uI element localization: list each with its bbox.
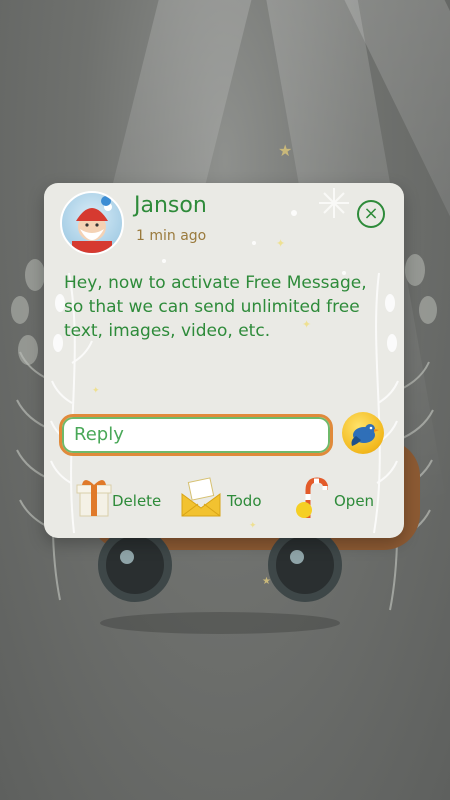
message-popup: ✦ ✦ ✦ ✦ Janson 1 min ago × Hey, now to a… <box>44 183 404 538</box>
car-shadow <box>100 612 340 634</box>
delete-action[interactable]: Delete <box>74 476 166 520</box>
close-icon[interactable]: × <box>357 200 385 228</box>
svg-text:✦: ✦ <box>276 237 285 250</box>
sender-name: Janson <box>134 193 207 218</box>
todo-action[interactable]: Todo <box>180 476 270 520</box>
sender-avatar[interactable] <box>60 191 124 255</box>
santa-avatar-icon <box>72 196 112 253</box>
candy-cane-icon <box>296 477 329 518</box>
car-wheel <box>268 528 342 602</box>
car-wheel <box>98 528 172 602</box>
svg-text:✦: ✦ <box>92 386 100 396</box>
open-label: Open <box>334 492 375 510</box>
bird-icon <box>351 424 379 446</box>
star-icon: ★ <box>278 141 293 160</box>
message-body: Hey, now to activate Free Message, so th… <box>64 273 367 341</box>
message-time: 1 min ago <box>136 228 207 244</box>
svg-text:✦: ✦ <box>249 521 257 531</box>
todo-label: Todo <box>227 492 262 510</box>
reply-input[interactable]: Reply <box>59 414 333 456</box>
envelope-icon <box>181 477 221 517</box>
send-button[interactable] <box>342 412 384 454</box>
gift-box-icon <box>76 480 112 517</box>
delete-label: Delete <box>112 492 162 510</box>
open-action[interactable]: Open <box>292 476 382 520</box>
